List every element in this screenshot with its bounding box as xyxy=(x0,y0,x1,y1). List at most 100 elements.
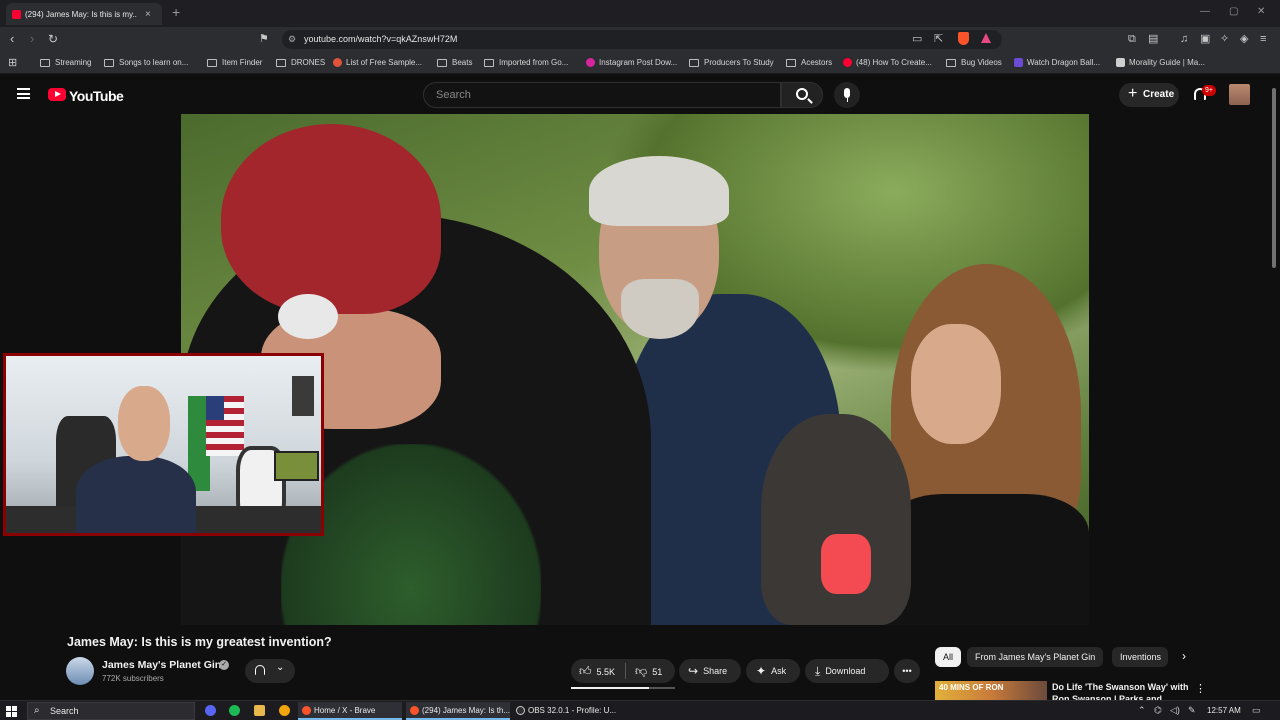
bookmark-item[interactable]: Imported from Go... xyxy=(484,58,568,67)
taskbar-clock[interactable]: 12:57 AM xyxy=(1207,706,1241,715)
media-icon[interactable]: ♫ xyxy=(1180,33,1188,45)
like-button[interactable]: 👍︎ 5.5K xyxy=(579,664,615,679)
share-page-icon[interactable]: ⇱ xyxy=(934,33,943,45)
back-icon[interactable]: ‹ xyxy=(10,32,14,46)
browser-tab[interactable]: (294) James May: Is this is my... × xyxy=(6,3,162,25)
pen-icon[interactable]: ✎ xyxy=(1188,705,1196,716)
site-info-icon[interactable]: ⚙ xyxy=(288,34,296,45)
notification-center-icon[interactable]: ▭ xyxy=(1252,705,1261,716)
bookmark-item[interactable]: Beats xyxy=(437,58,472,67)
bookmark-icon[interactable]: ⚑ xyxy=(259,32,269,46)
bookmark-item[interactable]: (48) How To Create... xyxy=(843,58,932,67)
voice-search-button[interactable] xyxy=(834,82,860,108)
chrome-icon[interactable] xyxy=(279,705,290,716)
create-button[interactable]: + Create xyxy=(1119,83,1179,107)
avatar[interactable] xyxy=(1229,84,1250,105)
chevron-right-icon[interactable]: › xyxy=(1182,649,1186,663)
address-toolbar: ‹ › ↻ ⚑ ⚙ youtube.com/watch?v=qkAZnswH72… xyxy=(0,27,1280,52)
folder-icon xyxy=(484,58,494,67)
file-explorer-icon[interactable] xyxy=(254,705,265,716)
bookmark-item[interactable]: Watch Dragon Ball... xyxy=(1014,58,1100,67)
vpn-icon[interactable]: ◈ xyxy=(1240,33,1248,45)
chip-all[interactable]: All xyxy=(935,647,962,667)
new-tab-icon[interactable]: + xyxy=(172,4,180,20)
ask-button[interactable]: ✦ Ask xyxy=(746,659,800,683)
chip-inventions[interactable]: Inventions xyxy=(1112,647,1168,667)
tab-title: (294) James May: Is this is my... xyxy=(25,9,137,19)
folder-icon xyxy=(437,58,447,67)
volume-icon[interactable]: ◁) xyxy=(1170,705,1180,716)
close-window-icon[interactable]: ✕ xyxy=(1257,6,1265,17)
bookmarks-bar: ⊞ Streaming Songs to learn on... Item Fi… xyxy=(0,52,1280,74)
instagram-icon xyxy=(586,58,595,67)
bookmark-item[interactable]: Item Finder xyxy=(207,58,262,67)
reload-icon[interactable]: ↻ xyxy=(48,32,58,46)
plus-icon: + xyxy=(1128,85,1138,102)
browser-tab-bar: (294) James May: Is this is my... × + — … xyxy=(0,0,1280,27)
folder-icon xyxy=(40,58,50,67)
share-button[interactable]: ↪ Share xyxy=(679,659,741,683)
youtube-logo-text[interactable]: YouTube xyxy=(69,88,124,104)
search-icon xyxy=(796,88,808,100)
discord-icon[interactable] xyxy=(205,705,216,716)
bookmark-item[interactable]: Bug Videos xyxy=(946,58,1002,67)
more-actions-button[interactable]: ••• xyxy=(894,659,920,683)
bookmark-item[interactable]: Songs to learn on... xyxy=(104,58,188,67)
bookmark-item[interactable]: Producers To Study xyxy=(689,58,774,67)
chip-from-channel[interactable]: From James May's Planet Gin xyxy=(967,647,1104,667)
leo-ai-icon[interactable]: ✧ xyxy=(1220,33,1229,45)
wallet-icon[interactable]: ▣ xyxy=(1200,33,1210,45)
guide-menu-icon[interactable] xyxy=(17,88,30,99)
download-button[interactable]: ⤓ Download xyxy=(805,659,889,683)
channel-avatar[interactable] xyxy=(66,657,94,685)
bookmark-item[interactable]: Acestors xyxy=(786,58,832,67)
windows-start-icon[interactable] xyxy=(6,706,17,717)
maximize-icon[interactable]: ▢ xyxy=(1229,6,1238,17)
apps-grid-icon[interactable]: ⊞ xyxy=(8,57,17,69)
forward-icon[interactable]: › xyxy=(30,32,34,46)
share-icon: ↪ xyxy=(688,664,699,678)
recommendation-thumbnail[interactable]: 40 MINS OF RON xyxy=(935,681,1047,701)
youtube-logo-icon[interactable] xyxy=(48,88,66,101)
sidebar-icon[interactable]: ▤ xyxy=(1148,33,1158,45)
cast-icon[interactable]: ▭ xyxy=(912,33,922,45)
youtube-icon xyxy=(843,58,852,67)
subscription-notifications-button[interactable]: ⌄ xyxy=(245,659,295,683)
brave-rewards-icon[interactable] xyxy=(981,33,991,43)
page-scrollbar[interactable] xyxy=(1272,88,1276,268)
bookmark-item[interactable]: Streaming xyxy=(40,58,91,67)
bookmark-item[interactable]: Morality Guide | Ma... xyxy=(1116,58,1205,67)
extensions-icon[interactable]: ⧉ xyxy=(1128,33,1136,45)
recommendation-menu-icon[interactable]: ⋮ xyxy=(1195,682,1206,695)
url-field[interactable]: ⚙ youtube.com/watch?v=qkAZnswH72M xyxy=(282,30,1002,49)
folder-icon xyxy=(104,58,114,67)
download-icon: ⤓ xyxy=(815,663,821,678)
search-button[interactable] xyxy=(781,82,823,108)
bookmark-item[interactable]: DRONES xyxy=(276,58,325,67)
taskbar-app-brave-home[interactable]: Home / X - Brave xyxy=(298,702,402,720)
close-tab-icon[interactable]: × xyxy=(145,9,151,20)
microphone-icon xyxy=(844,88,850,98)
minimize-icon[interactable]: — xyxy=(1200,6,1210,17)
tray-overflow-icon[interactable]: ⌃ xyxy=(1138,705,1146,716)
brave-icon xyxy=(410,706,419,715)
recommendation-title[interactable]: Do Life 'The Swanson Way' with Ron Swans… xyxy=(1052,681,1192,701)
dislike-button[interactable]: 👎︎ 51 xyxy=(635,664,662,679)
channel-name[interactable]: James May's Planet Gin xyxy=(102,659,221,671)
taskbar-app-brave-youtube[interactable]: (294) James May: Is th... xyxy=(406,702,510,720)
youtube-favicon-icon xyxy=(12,9,21,19)
folder-icon xyxy=(786,58,796,67)
brave-shields-icon[interactable] xyxy=(958,32,969,45)
taskbar-search[interactable]: ⌕ Search xyxy=(27,702,195,720)
taskbar-app-obs[interactable]: OBS 32.0.1 - Profile: U... xyxy=(512,702,620,720)
spotify-icon[interactable] xyxy=(229,705,240,716)
menu-icon[interactable]: ≡ xyxy=(1260,33,1266,45)
notification-badge: 9+ xyxy=(1202,85,1216,96)
url-text: youtube.com/watch?v=qkAZnswH72M xyxy=(304,34,458,44)
bookmark-item[interactable]: Instagram Post Dow... xyxy=(586,58,677,67)
youtube-header: YouTube Search + Create 9+ xyxy=(0,74,1280,114)
network-icon[interactable]: ⌬ xyxy=(1154,705,1162,716)
bookmark-item[interactable]: List of Free Sample... xyxy=(333,58,422,67)
search-input[interactable]: Search xyxy=(423,82,781,108)
subscriber-count: 772K subscribers xyxy=(102,674,164,683)
